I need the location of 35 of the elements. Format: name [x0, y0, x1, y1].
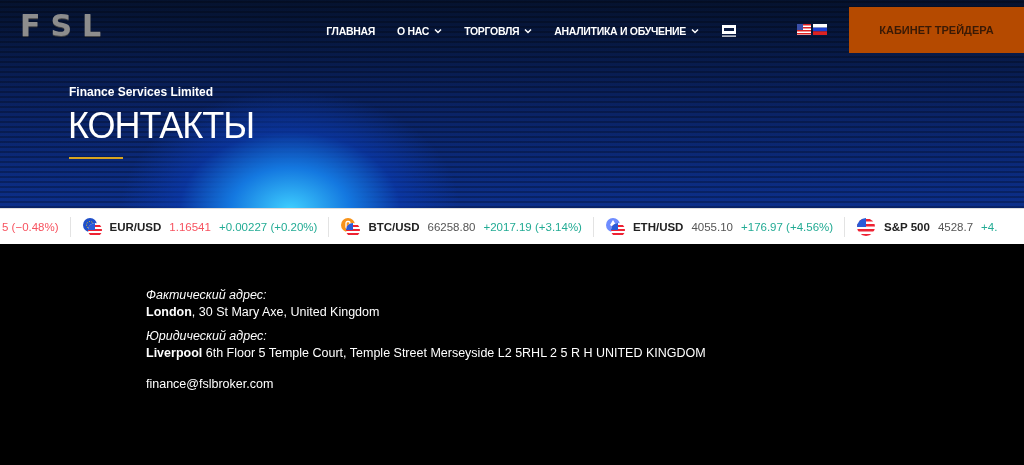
ticker-symbol[interactable]: ETH/USD [632, 220, 684, 233]
price-change: +0.00227 (+0.20%) [218, 220, 318, 233]
address-text: Liverpool 6th Floor 5 Temple Court, Temple Street Merseyside L2 5RHL 2 5 R H UNITED KINGDOM [146, 346, 707, 360]
monitor-icon[interactable] [720, 24, 737, 37]
price-change: +2017.19 (+3.14%) [483, 220, 582, 233]
currency-pair-icon [340, 216, 361, 237]
currency-pair-icon [604, 216, 625, 237]
ticker-symbol[interactable]: S&P 500 [884, 220, 930, 233]
address-label: Фактический адрес: [146, 288, 268, 302]
ticker-symbol[interactable]: BTC/USD [368, 220, 420, 233]
address-text: London, 30 St Mary Axe, United Kingdom [146, 305, 381, 319]
price-change: +4. [981, 220, 998, 233]
price-change: +176.97 (+4.56%) [741, 220, 834, 233]
logo[interactable]: FSL [20, 8, 112, 43]
us-flag-icon[interactable] [796, 24, 811, 35]
nav-link[interactable]: АНАЛИТИКА И ОБУЧЕНИЕ [554, 24, 699, 37]
russia-flag-icon[interactable] [812, 24, 827, 35]
chevron-down-icon [690, 27, 699, 34]
nav-link[interactable]: О НАС [397, 24, 443, 37]
chevron-down-icon [434, 27, 443, 34]
nav-link[interactable]: ГЛАВНАЯ [326, 24, 376, 37]
company-name: Finance Services Limited [69, 85, 215, 99]
page-title: КОНТАКТЫ [68, 105, 256, 147]
ticker-price: 1.16541 [169, 220, 211, 233]
ticker-price: 4055.10 [691, 220, 733, 233]
currency-pair-icon [81, 216, 102, 237]
ticker-price: 4528.7 [937, 220, 974, 233]
ticker-symbol[interactable]: EUR/USD [109, 220, 162, 233]
address-label: Юридический адрес: [146, 329, 268, 343]
ticker-price: 66258.80 [427, 220, 476, 233]
chevron-down-icon [524, 27, 533, 34]
email-text: finance@fslbroker.com [146, 377, 275, 391]
us-flag-icon [856, 216, 877, 237]
price-change: 5 (−0.48%) [2, 220, 59, 233]
nav-link[interactable]: ТОРГОВЛЯ [464, 24, 533, 37]
